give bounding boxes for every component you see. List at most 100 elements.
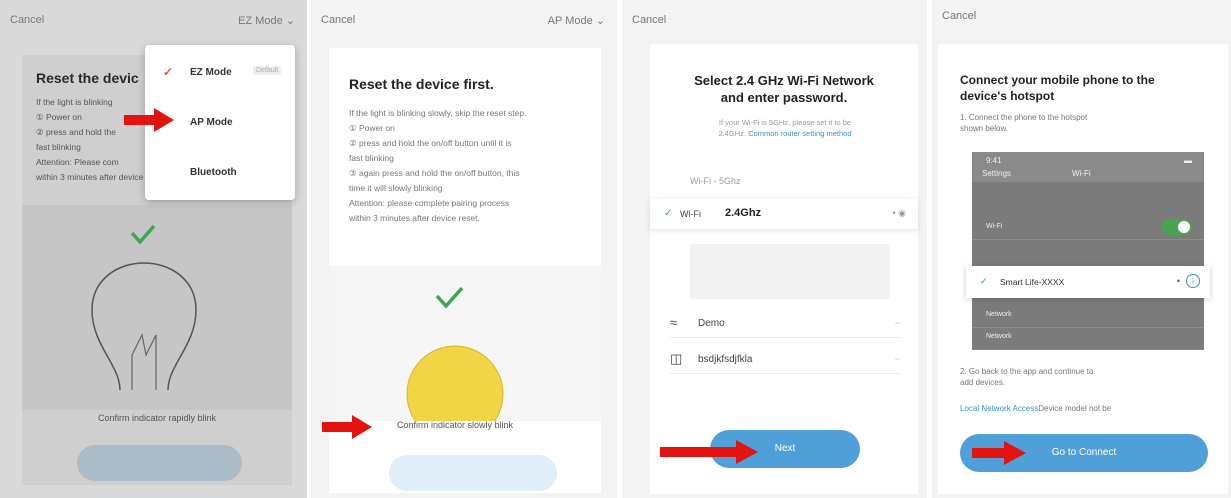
- info-icon: i: [1186, 274, 1200, 288]
- step-line: 1. Connect the phone to the hotspot: [960, 113, 1088, 122]
- hotspot-step-1: 1. Connect the phone to the hotspot show…: [960, 112, 1170, 134]
- network-option-5g[interactable]: Wi-Fi - 5Ghz: [660, 166, 910, 196]
- wifi-signal-icon: • ◉: [892, 208, 906, 218]
- cancel-button[interactable]: Cancel: [942, 10, 976, 22]
- step-line: ② press and hold the on/off button until…: [349, 138, 512, 148]
- password-value: bsdjkfsdjfkla: [698, 354, 753, 365]
- bulb-outline-icon: [91, 224, 197, 391]
- lock-icon: ◫: [670, 351, 683, 366]
- phone-wifi-screenshot: 9:41 ▬ Settings Wi-Fi Wi-Fi Network Netw…: [972, 152, 1204, 350]
- wifi-name-field[interactable]: ≈ Demo −: [670, 310, 900, 338]
- confirm-indicator-link[interactable]: Confirm indicator slowly blink: [397, 420, 513, 430]
- panel-hotspot: Cancel Connect your mobile phone to the …: [932, 0, 1231, 498]
- wifi-card: Select 2.4 GHz Wi-Fi Network and enter p…: [650, 44, 918, 494]
- local-network-access-link[interactable]: Local Network Access: [960, 404, 1038, 413]
- wifi-signal-icon: •: [1176, 276, 1180, 286]
- phone-wifi-row: Wi-Fi: [972, 214, 1204, 240]
- step-line: within 3 minutes after device reset.: [349, 213, 480, 223]
- wifi-hint: If your Wi-Fi is 5GHz, please set it to …: [670, 117, 900, 139]
- wifi-icon: ≈: [670, 315, 678, 330]
- phone-time: 9:41: [986, 156, 1002, 165]
- step-line: add devices.: [960, 378, 1005, 387]
- hint-text: 2.4GHz.: [718, 129, 747, 138]
- switch-network-icon[interactable]: −: [895, 318, 900, 328]
- step-line: ① Power on: [349, 123, 395, 133]
- router-setting-link[interactable]: Common router setting method: [748, 129, 851, 138]
- menu-item-bluetooth[interactable]: Bluetooth: [145, 148, 295, 198]
- panel-wifi: Cancel Select 2.4 GHz Wi-Fi Network and …: [622, 0, 927, 498]
- reset-steps: If the light is blinking slowly, skip th…: [349, 106, 589, 226]
- top-bar: Cancel: [932, 10, 1231, 32]
- hotspot-network-row: ✓ Smart Life-XXXX • i: [966, 266, 1210, 298]
- phone-back-label: Settings: [982, 169, 1011, 178]
- red-arrow-icon: [972, 441, 1026, 465]
- network-band: 2.4Ghz: [725, 207, 762, 219]
- mode-label: AP Mode: [547, 15, 593, 27]
- phone-network-label: Network: [986, 311, 1012, 318]
- check-icon: ✓: [163, 65, 174, 79]
- confirm-indicator-link[interactable]: Confirm indicator rapidly blink: [22, 413, 292, 423]
- title-line: Connect your mobile phone to the: [960, 73, 1155, 87]
- hint-line: 2.4GHz. Common router setting method: [670, 128, 900, 139]
- phone-network-row: Network: [972, 324, 1204, 350]
- page-title: Connect your mobile phone to the device'…: [960, 72, 1210, 104]
- network-list-placeholder: [690, 244, 890, 299]
- step-line: shown below.: [960, 124, 1009, 133]
- hotspot-step-2: 2. Go back to the app and continue to ad…: [960, 366, 1180, 388]
- wifi-toggle: [1162, 219, 1192, 235]
- top-bar: Cancel AP Mode ⌄: [311, 12, 617, 32]
- next-button[interactable]: [389, 455, 557, 491]
- step-line: 2. Go back to the app and continue to: [960, 367, 1094, 376]
- network-label: Wi-Fi - 5Ghz: [690, 176, 741, 186]
- battery-icon: ▬: [1184, 156, 1192, 165]
- hint-line: If your Wi-Fi is 5GHz, please set it to …: [718, 118, 852, 127]
- local-network-hint: Local Network AccessDevice model not be: [960, 404, 1111, 413]
- cancel-button[interactable]: Cancel: [321, 14, 355, 26]
- step-line: ③ again press and hold the on/off button…: [349, 168, 520, 178]
- title-line: and enter password.: [720, 90, 848, 105]
- hotspot-card: Connect your mobile phone to the device'…: [938, 44, 1228, 494]
- bulb-illustration: [22, 205, 292, 410]
- next-button[interactable]: [77, 445, 242, 481]
- phone-status-bar: 9:41 ▬ Settings Wi-Fi: [972, 152, 1204, 182]
- chevron-down-icon: ⌄: [285, 15, 295, 27]
- page-title: Reset the devic: [36, 70, 139, 86]
- top-bar: Cancel: [622, 12, 927, 32]
- red-arrow-icon: [322, 415, 372, 439]
- step-line: If the light is blinking slowly, skip th…: [349, 108, 527, 118]
- title-line: Select 2.4 GHz Wi-Fi Network: [694, 73, 874, 88]
- menu-item-ez-mode[interactable]: ✓ EZ Mode Default: [145, 48, 295, 98]
- phone-network-label: Network: [986, 333, 1012, 340]
- default-badge: Default: [253, 66, 282, 75]
- mode-selector[interactable]: EZ Mode ⌄: [238, 14, 295, 27]
- mode-label: EZ Mode: [238, 15, 283, 27]
- cancel-button[interactable]: Cancel: [632, 14, 666, 26]
- check-icon: ✓: [664, 208, 673, 219]
- wifi-name-value: Demo: [698, 318, 725, 329]
- menu-item-label: Bluetooth: [190, 167, 237, 178]
- bulb-illustration: [329, 266, 601, 421]
- title-line: device's hotspot: [960, 89, 1055, 103]
- menu-item-label: EZ Mode: [190, 67, 232, 78]
- red-arrow-icon: [124, 108, 174, 132]
- hint-text: Device model not be: [1038, 404, 1112, 413]
- step-line: Attention: please complete pairing proce…: [349, 198, 510, 208]
- page-title: Reset the device first.: [349, 76, 494, 92]
- top-bar: Cancel EZ Mode ⌄: [0, 12, 307, 32]
- phone-wifi-label: Wi-Fi: [986, 223, 1003, 230]
- hotspot-name: Smart Life-XXXX: [1000, 277, 1065, 287]
- phone-screen-title: Wi-Fi: [1072, 169, 1091, 178]
- mode-selector[interactable]: AP Mode ⌄: [548, 14, 605, 27]
- check-icon: ✓: [980, 276, 988, 286]
- password-field[interactable]: ◫ bsdjkfsdjfkla −: [670, 346, 900, 374]
- chevron-down-icon: ⌄: [595, 15, 605, 27]
- step-line: fast blinking: [349, 153, 394, 163]
- step-line: time it will slowly blinking: [349, 183, 443, 193]
- cancel-button[interactable]: Cancel: [10, 14, 44, 26]
- eye-icon[interactable]: −: [895, 354, 900, 364]
- red-arrow-icon: [660, 440, 758, 464]
- panel-ez-mode: Cancel EZ Mode ⌄ Reset the devic If the …: [0, 0, 307, 498]
- menu-item-label: AP Mode: [190, 117, 233, 128]
- page-title: Select 2.4 GHz Wi-Fi Network and enter p…: [650, 72, 918, 106]
- network-option-24g[interactable]: ✓ Wi-Fi 2.4Ghz • ◉: [650, 199, 918, 229]
